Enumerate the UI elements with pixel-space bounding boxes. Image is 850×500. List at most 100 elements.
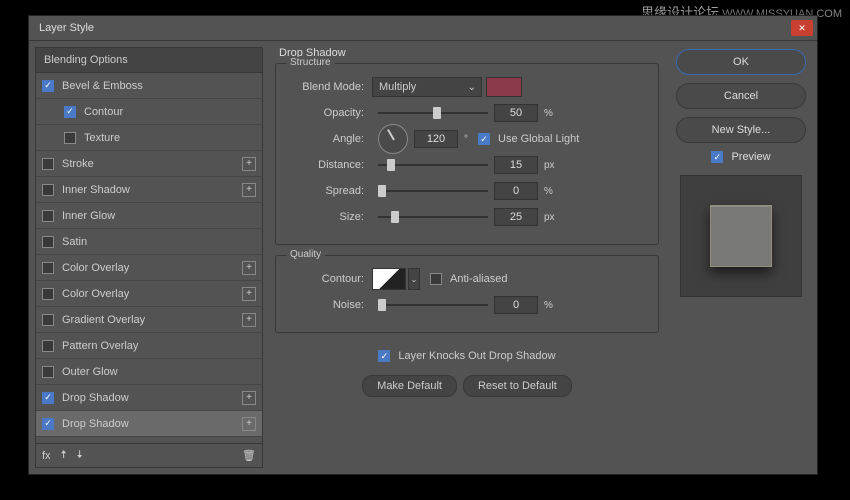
global-light-checkbox[interactable]: ✓ [478,133,490,145]
effect-checkbox[interactable]: ✓ [42,418,54,430]
effect-row-color-overlay[interactable]: Color Overlay + [36,281,262,307]
noise-field[interactable]: 0 [494,296,538,314]
dialog-body: Blending Options ✓ Bevel & Emboss ✓ Contour… [29,40,817,474]
close-button[interactable]: ✕ [791,20,813,36]
angle-dial[interactable] [378,124,408,154]
up-icon[interactable]: 🠥 [61,446,67,465]
blending-options-header[interactable]: Blending Options [35,47,263,73]
angle-field[interactable]: 120 [414,130,458,148]
effect-row-bevel-emboss[interactable]: ✓ Bevel & Emboss [36,73,262,99]
opacity-slider[interactable] [378,106,488,120]
effect-label: Color Overlay [62,288,129,300]
size-unit: px [544,212,555,223]
effect-checkbox[interactable]: ✓ [64,106,76,118]
fx-menu[interactable]: fx [42,450,51,462]
effect-checkbox[interactable] [42,340,54,352]
effect-row-satin[interactable]: Satin [36,229,262,255]
spread-field[interactable]: 0 [494,182,538,200]
effect-label: Drop Shadow [62,392,129,404]
size-row: Size: 25 px [288,204,646,230]
effect-label: Pattern Overlay [62,340,138,352]
contour-dropdown[interactable]: ⌄ [408,268,420,290]
effect-checkbox[interactable] [42,314,54,326]
noise-slider[interactable] [378,298,488,312]
effect-label: Outer Glow [62,366,118,378]
effects-footer: fx 🠥 🠧 🗑 [35,444,263,468]
cancel-button[interactable]: Cancel [676,83,806,109]
spread-slider[interactable] [378,184,488,198]
effect-checkbox[interactable]: ✓ [42,80,54,92]
effect-row-inner-glow[interactable]: Inner Glow [36,203,262,229]
add-effect-button[interactable]: + [242,183,256,197]
effect-label: Stroke [62,158,94,170]
quality-group: Quality Contour: ⌄ Anti-aliased Noise: 0… [275,255,659,333]
shadow-color-swatch[interactable] [486,77,522,97]
effect-row-gradient-overlay[interactable]: Gradient Overlay + [36,307,262,333]
preview-checkbox[interactable]: ✓ [711,151,723,163]
opacity-row: Opacity: 50 % [288,100,646,126]
opacity-field[interactable]: 50 [494,104,538,122]
add-effect-button[interactable]: + [242,391,256,405]
reset-default-button[interactable]: Reset to Default [463,375,572,397]
angle-unit: ° [464,134,468,145]
size-label: Size: [288,211,372,223]
effect-row-drop-shadow[interactable]: ✓Drop Shadow+ [36,411,262,437]
effect-checkbox[interactable] [42,262,54,274]
add-effect-button[interactable]: + [242,261,256,275]
add-effect-button[interactable]: + [242,157,256,171]
contour-row: Contour: ⌄ Anti-aliased [288,266,646,292]
effect-checkbox[interactable] [42,366,54,378]
contour-thumb[interactable] [372,268,406,290]
global-light-label: Use Global Light [498,133,579,145]
effect-row-drop-shadow[interactable]: ✓ Drop Shadow + [36,385,262,411]
action-panel: OK Cancel New Style... ✓ Preview [671,47,811,468]
opacity-label: Opacity: [288,107,372,119]
effect-checkbox[interactable] [42,158,54,170]
effect-row-contour[interactable]: ✓ Contour [36,99,262,125]
blend-mode-label: Blend Mode: [288,81,372,93]
spread-label: Spread: [288,185,372,197]
size-field[interactable]: 25 [494,208,538,226]
effect-checkbox[interactable]: ✓ [42,392,54,404]
default-buttons: Make Default Reset to Default [275,375,659,397]
blend-mode-row: Blend Mode: Multiply [288,74,646,100]
quality-title: Quality [286,249,325,260]
distance-field[interactable]: 15 [494,156,538,174]
effect-row-outer-glow[interactable]: Outer Glow [36,359,262,385]
knockout-row: ✓ Layer Knocks Out Drop Shadow [275,343,659,369]
effect-label: Satin [62,236,87,248]
effect-label: Bevel & Emboss [62,80,143,92]
blend-mode-dropdown[interactable]: Multiply [372,77,482,97]
trash-icon[interactable]: 🗑 [242,449,256,462]
effect-checkbox[interactable] [42,288,54,300]
make-default-button[interactable]: Make Default [362,375,457,397]
effect-row-pattern-overlay[interactable]: Pattern Overlay [36,333,262,359]
down-icon[interactable]: 🠧 [77,446,83,465]
effect-checkbox[interactable] [42,236,54,248]
angle-label: Angle: [288,133,372,145]
add-effect-button[interactable]: + [242,287,256,301]
distance-label: Distance: [288,159,372,171]
layer-style-dialog: Layer Style ✕ Blending Options ✓ Bevel & … [28,15,818,475]
effect-checkbox[interactable] [42,184,54,196]
effect-row-color-overlay[interactable]: Color Overlay+ [36,255,262,281]
structure-title: Structure [286,57,335,68]
noise-unit: % [544,300,553,311]
effect-row-stroke[interactable]: Stroke + [36,151,262,177]
effect-row-inner-shadow[interactable]: Inner Shadow+ [36,177,262,203]
effect-label: Contour [84,106,123,118]
antialiased-checkbox[interactable] [430,273,442,285]
effect-label: Gradient Overlay [62,314,145,326]
size-slider[interactable] [378,210,488,224]
add-effect-button[interactable]: + [242,313,256,327]
angle-row: Angle: 120 ° ✓ Use Global Light [288,126,646,152]
titlebar[interactable]: Layer Style ✕ [29,16,817,40]
knockout-checkbox[interactable]: ✓ [378,350,390,362]
effect-row-texture[interactable]: Texture [36,125,262,151]
add-effect-button[interactable]: + [242,417,256,431]
effect-checkbox[interactable] [64,132,76,144]
ok-button[interactable]: OK [676,49,806,75]
effect-checkbox[interactable] [42,210,54,222]
distance-slider[interactable] [378,158,488,172]
new-style-button[interactable]: New Style... [676,117,806,143]
